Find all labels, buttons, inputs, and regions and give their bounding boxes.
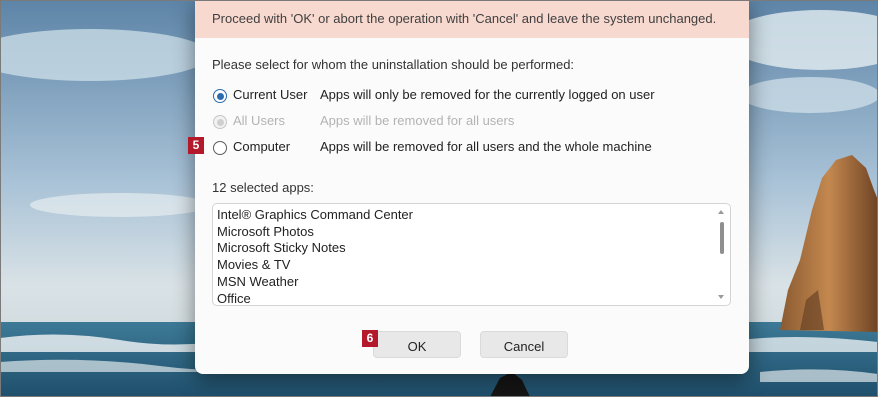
option-current-user[interactable]: Current User Apps will only be removed f… [212,87,732,107]
radio-current-user[interactable] [213,89,227,103]
scrollbar-thumb[interactable] [720,222,724,254]
option-all-users: All Users Apps will be removed for all u… [212,113,732,133]
option-computer-description: Apps will be removed for all users and t… [320,139,652,154]
option-computer[interactable]: Computer Apps will be removed for all us… [212,139,732,159]
list-item[interactable]: Movies & TV [217,257,730,274]
list-item[interactable]: Microsoft Sticky Notes [217,240,730,257]
option-all-users-label: All Users [233,113,286,128]
cancel-button[interactable]: Cancel [480,331,568,358]
warning-banner: Proceed with 'OK' or abort the operation… [195,0,749,38]
radio-all-users [213,115,227,129]
uninstall-dialog: Proceed with 'OK' or abort the operation… [195,0,749,374]
selected-apps-list[interactable]: Intel® Graphics Command Center Microsoft… [212,203,731,306]
selection-prompt: Please select for whom the uninstallatio… [212,57,575,72]
option-current-user-label[interactable]: Current User [233,87,307,102]
option-all-users-description: Apps will be removed for all users [320,113,515,128]
list-item[interactable]: MSN Weather [217,274,730,291]
callout-marker-5: 5 [188,137,204,154]
selected-apps-count: 12 selected apps: [212,180,314,195]
scroll-down-arrow-icon[interactable] [718,295,724,299]
list-item[interactable]: Office [217,291,730,305]
scroll-up-arrow-icon[interactable] [718,210,724,214]
list-item[interactable]: Microsoft Photos [217,224,730,241]
radio-computer[interactable] [213,141,227,155]
ok-button[interactable]: OK [373,331,461,358]
callout-marker-6: 6 [362,330,378,347]
option-current-user-description: Apps will only be removed for the curren… [320,87,655,102]
list-item[interactable]: Intel® Graphics Command Center [217,207,730,224]
option-computer-label[interactable]: Computer [233,139,290,154]
